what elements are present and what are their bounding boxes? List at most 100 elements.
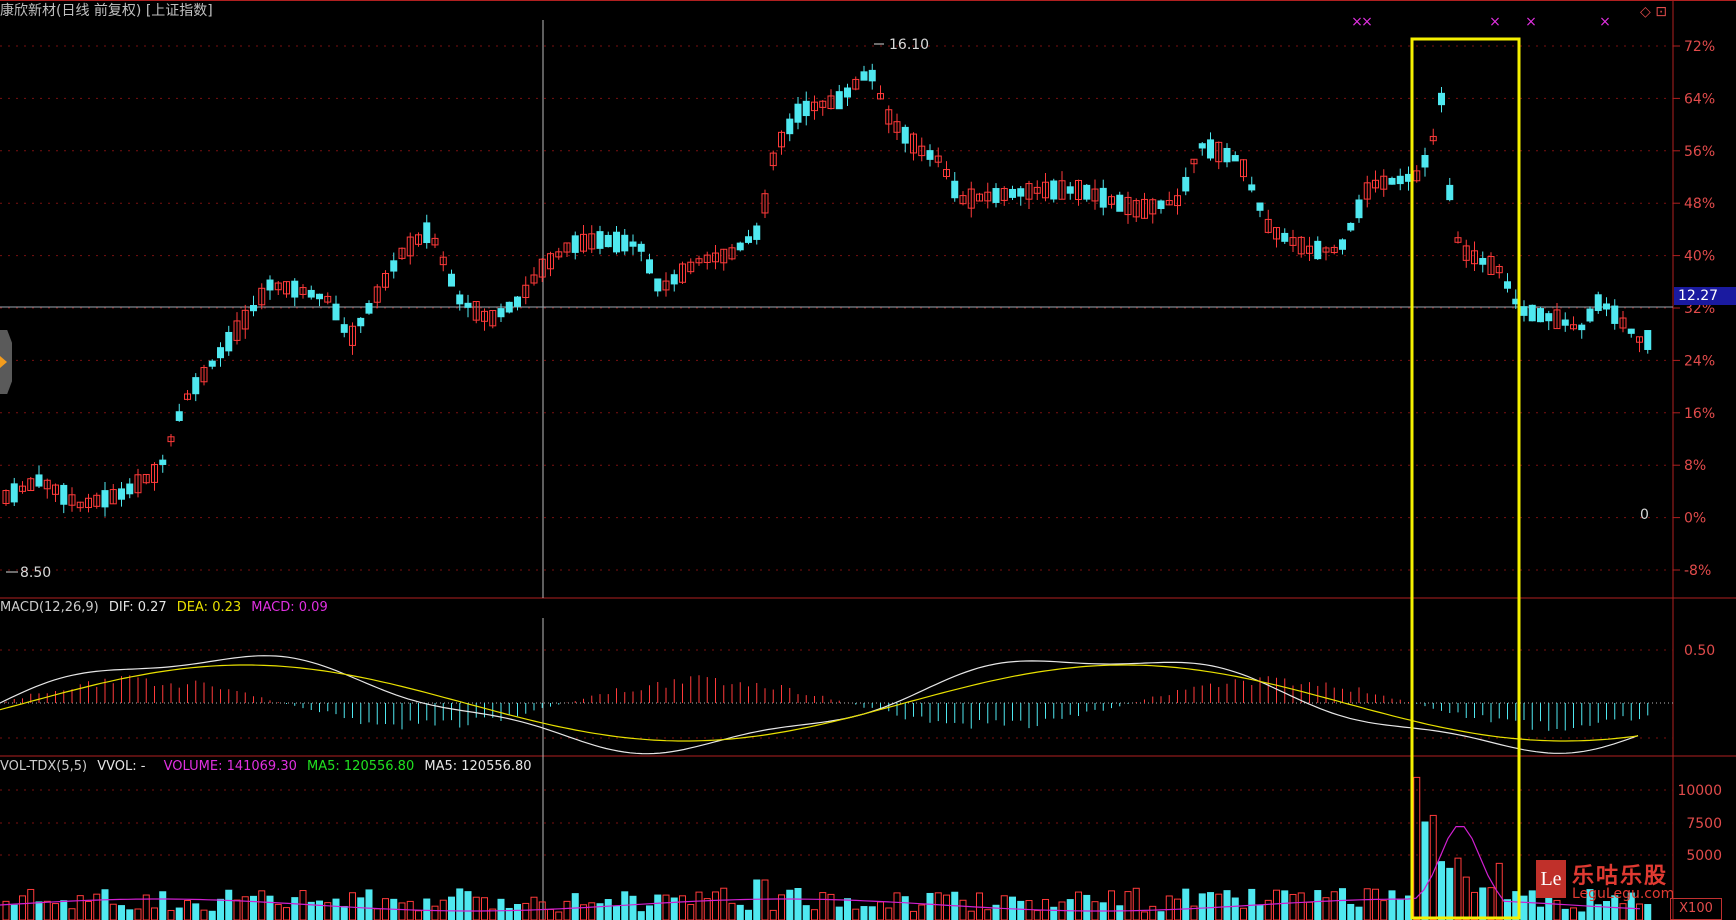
- candle-body: [1603, 303, 1610, 310]
- dif-line: [0, 655, 1639, 755]
- volume-bar: [1446, 867, 1454, 920]
- volume-bar: [1207, 892, 1214, 920]
- volume-bar: [1438, 861, 1445, 920]
- current-price-tag: 12.27: [1674, 287, 1736, 305]
- volume-bar: [332, 898, 340, 920]
- volume-bar: [423, 898, 431, 920]
- candle-body: [1207, 139, 1214, 159]
- volume-bar: [736, 904, 744, 920]
- candle-body: [423, 222, 431, 244]
- volume-bar: [175, 907, 183, 920]
- volume-bar: [134, 908, 142, 920]
- volume-bar: [1297, 892, 1305, 920]
- candle-body: [357, 317, 365, 327]
- candle-body: [745, 236, 752, 243]
- arrow-right-icon: [0, 356, 7, 368]
- volume-bar: [563, 900, 571, 920]
- volume-bar: [233, 899, 241, 920]
- candle-body: [868, 69, 876, 82]
- candle-body: [266, 279, 274, 291]
- candle-body: [1314, 240, 1322, 260]
- volume-bar: [1075, 891, 1082, 920]
- volume-bar: [769, 909, 777, 920]
- volume-bar: [27, 888, 35, 920]
- candle-body: [1545, 313, 1553, 322]
- watermark-site: LeguLegu.com: [1572, 886, 1675, 902]
- volume-bar: [1479, 887, 1487, 920]
- event-marker-icon: ×: [1525, 14, 1537, 30]
- candle-body: [1017, 188, 1025, 197]
- volume-bar: [151, 907, 158, 920]
- candle-body: [505, 301, 513, 313]
- candle-body: [390, 260, 398, 272]
- event-marker-icon: ×: [1361, 14, 1373, 30]
- volume-bar: [1157, 911, 1165, 920]
- candle-body: [126, 483, 134, 495]
- candle-body: [1182, 176, 1190, 192]
- volume-bar: [52, 903, 59, 920]
- unit-badge[interactable]: X100: [1670, 898, 1722, 920]
- volume-bar: [35, 901, 43, 920]
- candle-body: [596, 231, 604, 249]
- candle-body: [621, 234, 629, 252]
- volume-bar: [291, 897, 299, 920]
- volume-bar: [1462, 876, 1470, 920]
- y-tick-label: 24%: [1684, 353, 1715, 369]
- volume-bar: [1116, 905, 1124, 920]
- volume-bar: [456, 888, 464, 920]
- volume-bar: [811, 909, 818, 920]
- candle-body: [1009, 188, 1016, 198]
- candle-body: [1339, 239, 1346, 250]
- candle-body: [1627, 328, 1635, 334]
- candle-body: [192, 377, 200, 395]
- volume-bar: [588, 902, 596, 920]
- volume-bar: [225, 889, 233, 920]
- vol-y-tick: 10000: [1677, 783, 1722, 799]
- candle-body: [1198, 143, 1206, 149]
- candle-body: [604, 234, 612, 248]
- volume-bar: [1520, 895, 1528, 920]
- vvol-value: VVOL: -: [97, 759, 146, 774]
- candle-body: [1347, 222, 1355, 231]
- volume-bar: [901, 896, 909, 920]
- y-tick-label: 0%: [1684, 511, 1706, 527]
- volume-bar: [448, 896, 455, 920]
- expand-panel-button[interactable]: [0, 330, 12, 394]
- candle-body: [654, 278, 662, 292]
- volume-bar: [167, 909, 175, 920]
- y-tick-label: 48%: [1684, 196, 1715, 212]
- volume-bar: [893, 892, 901, 920]
- volume-bar: [1281, 890, 1289, 920]
- volume-bar: [885, 907, 893, 920]
- candle-body: [1594, 294, 1602, 311]
- dea-value: DEA: 0.23: [176, 600, 242, 615]
- candle-body: [464, 302, 472, 308]
- candle-body: [217, 347, 224, 359]
- candle-body: [365, 303, 373, 314]
- volume-bar: [712, 891, 719, 920]
- candle-body: [1388, 177, 1396, 185]
- volume-bar: [959, 899, 967, 920]
- volume-bar: [514, 904, 521, 920]
- volume-bar: [1306, 901, 1313, 920]
- volume-bar: [1050, 906, 1058, 920]
- volume-bar: [497, 898, 505, 920]
- y-tick-label: 56%: [1684, 144, 1715, 160]
- volume-bar: [1347, 903, 1355, 920]
- volume-bar: [365, 889, 373, 920]
- candle-body: [835, 91, 843, 110]
- volume-bar: [1487, 887, 1495, 920]
- volume-bar: [860, 906, 868, 920]
- volume-bar: [918, 904, 926, 920]
- ma5-b-value: MA5: 120556.80: [424, 759, 532, 774]
- volume-bar: [679, 895, 686, 920]
- volume-bar: [1033, 910, 1041, 920]
- macd-legend: MACD(12,26,9) DIF: 0.27 DEA: 0.23 MACD: …: [0, 598, 334, 618]
- candle-body: [35, 474, 43, 487]
- volume-bar: [159, 891, 167, 920]
- volume-bar: [1198, 893, 1206, 920]
- kline-chart[interactable]: 72%64%56%48%40%32%24%16%8%0%-8%0.5010000…: [0, 0, 1736, 920]
- volume-bar: [530, 896, 538, 920]
- volume-bar: [10, 904, 18, 920]
- candle-body: [646, 259, 653, 274]
